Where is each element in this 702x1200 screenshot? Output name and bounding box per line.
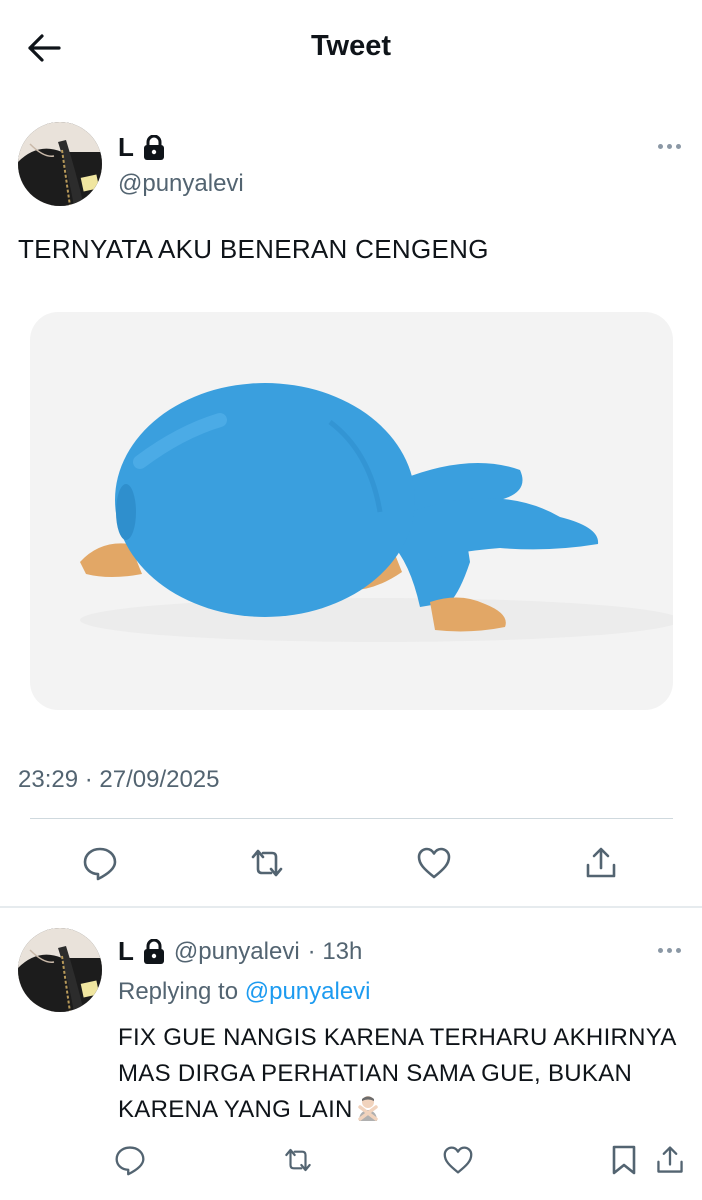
avatar[interactable] — [18, 928, 102, 1012]
reply-time: · 13h — [307, 937, 363, 965]
author-name[interactable]: L — [118, 132, 166, 163]
more-options-icon[interactable] — [658, 140, 686, 152]
share-icon[interactable] — [650, 1140, 690, 1180]
reply-text-content: FIX GUE NANGIS KARENA TERHARU AKHIRNYA M… — [118, 1024, 676, 1123]
reply-tweet[interactable]: L @punyalevi · 13h Replying to @punyalev… — [0, 910, 702, 1200]
blue-character-illustration — [80, 383, 673, 642]
replying-to-mention[interactable]: @punyalevi — [245, 978, 371, 1005]
heart-icon[interactable] — [438, 1140, 478, 1180]
replying-to: Replying to @punyalevi — [118, 978, 371, 1006]
lock-icon — [142, 938, 166, 965]
reply-author-handle[interactable]: @punyalevi — [174, 938, 300, 966]
section-divider — [0, 906, 702, 908]
reply-text: FIX GUE NANGIS KARENA TERHARU AKHIRNYA M… — [118, 1020, 678, 1128]
tweet-text: TERNYATA AKU BENERAN CENGENG — [18, 234, 489, 264]
reply-icon[interactable] — [110, 1140, 150, 1180]
bookmark-icon[interactable] — [604, 1140, 644, 1180]
tweet-image[interactable] — [30, 312, 673, 710]
more-options-icon[interactable] — [658, 944, 686, 956]
author-name-text: L — [118, 132, 134, 162]
reply-header: L @punyalevi · 13h — [118, 936, 362, 967]
author-handle[interactable]: @punyalevi — [118, 170, 244, 198]
divider — [30, 818, 673, 819]
reply-actions — [0, 1134, 702, 1184]
heart-icon[interactable] — [414, 843, 454, 883]
top-bar: Tweet — [0, 0, 702, 96]
reply-author-name[interactable]: L — [118, 936, 134, 967]
share-icon[interactable] — [581, 843, 621, 883]
tweet-actions — [0, 831, 702, 895]
reply-icon[interactable] — [80, 843, 120, 883]
lock-icon — [142, 134, 166, 161]
person-gesturing-no-emoji — [353, 1093, 383, 1121]
retweet-icon[interactable] — [278, 1140, 318, 1180]
retweet-icon[interactable] — [247, 843, 287, 883]
replying-to-label: Replying to — [118, 978, 239, 1005]
avatar[interactable] — [18, 122, 102, 206]
page-title: Tweet — [310, 30, 392, 62]
tweet-timestamp[interactable]: 23:29 · 27/09/2025 — [18, 766, 220, 794]
